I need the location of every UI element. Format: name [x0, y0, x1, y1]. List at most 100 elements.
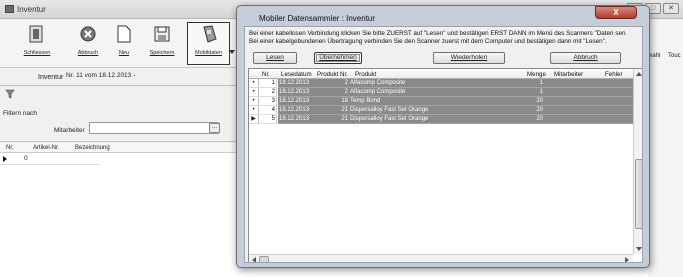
cell-produkt-nr: 2 [344, 80, 348, 86]
selected-row-body: 18.12.2013 18 Temp Bond 20 [278, 97, 633, 106]
column-header-menge[interactable]: Menge [527, 71, 546, 78]
cell-menge: 1 [539, 89, 543, 95]
dialog-title: Mobiler Datensammler : Inventur [259, 14, 376, 23]
cell-menge: 20 [536, 98, 543, 104]
column-header-lesedatum[interactable]: Lesedatum [281, 71, 312, 78]
scroll-thumb[interactable] [259, 256, 269, 262]
table-row[interactable]: • 4 18.12.2013 21 Dispersalloy Fast Set … [249, 106, 633, 115]
table-header: Nr. Lesedatum Produkt Nr. Produkt Menge … [249, 69, 633, 79]
inventur-label: Inventur [38, 74, 64, 81]
cell-lesedatum: 18.12.2013 [279, 107, 310, 113]
right-edge-text: Touc [668, 53, 681, 59]
row-indicator-icon [3, 156, 7, 162]
scroll-right-icon[interactable] [625, 257, 629, 262]
neu-button[interactable]: Neu [107, 23, 141, 65]
horizontal-scrollbar[interactable] [249, 254, 633, 262]
scroll-up-icon[interactable] [636, 72, 642, 76]
scroll-left-icon[interactable] [252, 257, 256, 262]
table-row[interactable]: 0 [0, 154, 100, 164]
cell-produkt-nr: 21 [341, 107, 348, 113]
column-header-nr[interactable]: Nr. [6, 145, 14, 151]
wiederholen-label: Wiederholen [450, 54, 488, 61]
table-row[interactable]: • 1 18.12.2013 2 Alfacomp Composite 1 [249, 79, 633, 88]
cell-lesedatum: 18.12.2013 [279, 116, 310, 122]
cell-nr: 5 [271, 116, 275, 122]
row-indicator: • [249, 79, 259, 88]
dialog-body: Bei einer kabellosen Verbindung klicken … [244, 26, 643, 263]
mobile-scanner-icon [203, 25, 217, 43]
column-header-fehler[interactable]: Fehler [605, 71, 623, 78]
inventur-value: Nr. 11 vom 18.12.2013 - [66, 72, 136, 79]
row-indicator: • [249, 97, 259, 106]
row-nr: 0 [24, 155, 28, 162]
dropdown-arrow-icon[interactable] [229, 50, 235, 54]
abbruch-label: Abbruch [573, 54, 598, 61]
cell-nr: 1 [271, 80, 275, 86]
instructions-text: Bei einer kabellosen Verbindung klicken … [249, 30, 642, 46]
speichern-label: Speichern [149, 50, 175, 56]
app-icon [5, 5, 14, 13]
cell-menge: 20 [536, 116, 543, 122]
speichern-button[interactable]: Speichern [145, 23, 179, 65]
close-document-icon [29, 25, 43, 43]
scroll-down-icon[interactable] [636, 247, 642, 251]
uebernehmen-label: Übernehmen [319, 54, 357, 61]
column-header-artikel-nr[interactable]: Artikel-Nr. [33, 145, 59, 151]
cell-lesedatum: 18.12.2013 [279, 98, 310, 104]
row-indicator: • [249, 88, 259, 97]
dialog-close-button[interactable]: X [595, 6, 637, 19]
dialog-button-row: Lesen Übernehmen Wiederholen Abbruch [245, 52, 642, 67]
mitarbeiter-label: Mitarbeiter [54, 127, 85, 134]
mobile-data-dialog: Mobiler Datensammler : Inventur X Bei ei… [236, 5, 650, 268]
cell-produkt: Dispersalloy Fast Set Orange [350, 107, 429, 113]
abbruch-toolbar-button[interactable]: Abbruch [71, 23, 105, 65]
new-document-icon [117, 25, 131, 43]
table-row[interactable]: ▶ 5 18.12.2013 21 Dispersalloy Fast Set … [249, 115, 633, 124]
table-row[interactable]: • 3 18.12.2013 18 Temp Bond 20 [249, 97, 633, 106]
filter-label: Filtern nach [3, 110, 37, 117]
column-header-bezeichnung[interactable]: Bezeichnung [75, 145, 110, 151]
scanned-items-table[interactable]: Nr. Lesedatum Produkt Nr. Produkt Menge … [248, 68, 642, 262]
abbruch-button[interactable]: Abbruch [550, 52, 621, 64]
cell-lesedatum: 18.12.2013 [279, 89, 310, 95]
column-header-mitarbeiter[interactable]: Mitarbeiter [554, 71, 583, 78]
selected-row-body: 18.12.2013 2 Alfacomp Composite 1 [278, 79, 633, 88]
cell-menge: 20 [536, 107, 543, 113]
mitarbeiter-ellipsis-button[interactable]: ... [209, 123, 220, 133]
lesen-label: Lesen [266, 54, 284, 61]
cell-lesedatum: 18.12.2013 [279, 80, 310, 86]
column-header-produkt-nr[interactable]: Produkt Nr. [317, 71, 348, 78]
row-indicator: • [249, 106, 259, 115]
cell-produkt-nr: 21 [341, 116, 348, 122]
filter-icon[interactable] [5, 89, 15, 99]
table-row[interactable]: • 2 18.12.2013 2 Alfacomp Composite 1 [249, 88, 633, 97]
grid-line [0, 164, 100, 165]
cancel-icon [80, 26, 96, 42]
cell-produkt: Alfacomp Composite [350, 80, 406, 86]
save-icon [154, 26, 170, 42]
column-header-produkt[interactable]: Produkt [355, 71, 376, 78]
instruction-line: Bei einer kabelgebundenen Übertragung ve… [249, 38, 607, 45]
cell-nr: 3 [271, 98, 275, 104]
selected-row-body: 18.12.2013 2 Alfacomp Composite 1 [278, 88, 633, 97]
main-window-title: Inventur [17, 5, 46, 14]
row-indicator: ▶ [249, 115, 259, 124]
cell-produkt: Dispersalloy Fast Set Orange [350, 116, 429, 122]
scroll-thumb[interactable] [635, 159, 642, 229]
cell-nr: 2 [271, 89, 275, 95]
cell-produkt-nr: 18 [341, 98, 348, 104]
lesen-button[interactable]: Lesen [253, 52, 297, 64]
cell-produkt: Temp Bond [350, 98, 381, 104]
cell-nr: 4 [271, 107, 275, 113]
close-window-button[interactable]: ✕ [663, 3, 679, 14]
mobildaten-button[interactable]: Mobildaten [187, 22, 230, 65]
right-edge-panel: wahl Touc [648, 20, 683, 277]
schliessen-button[interactable]: Schliessen [20, 23, 54, 65]
instruction-line: Bei einer kabellosen Verbindung klicken … [249, 30, 626, 37]
column-header-nr[interactable]: Nr. [262, 71, 270, 78]
wiederholen-button[interactable]: Wiederholen [433, 52, 505, 64]
uebernehmen-button[interactable]: Übernehmen [314, 52, 362, 64]
vertical-scrollbar[interactable] [633, 69, 642, 254]
mitarbeiter-input[interactable] [89, 122, 219, 134]
neu-label: Neu [118, 50, 130, 56]
